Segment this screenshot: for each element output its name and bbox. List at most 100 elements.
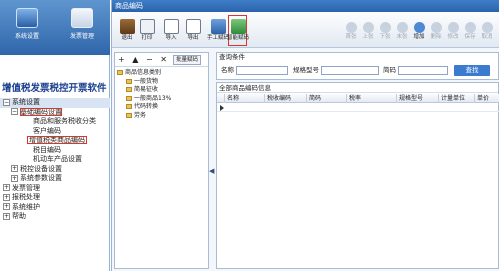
- tree-node-label: 劳务: [134, 111, 147, 119]
- column-header[interactable]: 单价: [475, 94, 499, 103]
- plus-icon: [413, 22, 425, 33]
- dialog-title: 商品编码: [112, 0, 499, 12]
- save-icon: [464, 22, 476, 33]
- expand-icon[interactable]: +: [3, 203, 10, 210]
- column-header[interactable]: 税率: [347, 94, 397, 103]
- expand-icon[interactable]: +: [11, 165, 18, 172]
- name-input[interactable]: [236, 66, 288, 75]
- nav-help[interactable]: + 帮助: [0, 212, 110, 222]
- export-button[interactable]: 导出: [182, 19, 204, 45]
- next-record-label: 下张: [379, 34, 391, 40]
- collapse-icon[interactable]: −: [3, 98, 10, 106]
- product-code-grid: 全部商品编码信息 名称 税收编码 简码 税率 规格型号 计量单位 单价: [216, 82, 499, 269]
- exit-button[interactable]: 退出: [116, 19, 138, 45]
- nav-tax-device-settings[interactable]: + 税控设备设置: [0, 165, 110, 175]
- prev-record-label: 上张: [362, 34, 374, 40]
- expand-icon[interactable]: +: [3, 212, 10, 220]
- modify-button-label: 修改: [447, 34, 459, 40]
- minus-icon: [430, 22, 442, 33]
- nav-goods-codes[interactable]: 商品和服务税收分类: [0, 117, 110, 127]
- tree-node[interactable]: 一般货物: [115, 78, 208, 87]
- system-settings-icon: [16, 8, 38, 28]
- import-button[interactable]: 导入: [160, 19, 182, 45]
- grid-heading: 全部商品编码信息: [217, 83, 498, 93]
- last-record-label: 末张: [396, 34, 408, 40]
- exit-button-label: 退出: [121, 35, 133, 41]
- cancel-button[interactable]: 取消: [476, 19, 498, 45]
- spec-input[interactable]: [321, 66, 379, 75]
- nav-tax-codes[interactable]: 税目编码: [0, 146, 110, 156]
- system-settings-module-button[interactable]: 系统设置: [3, 6, 51, 52]
- tree-root-label: 商品信息类别: [125, 69, 162, 76]
- next-record-icon: [379, 22, 391, 33]
- cancel-icon: [481, 22, 493, 33]
- printer-icon: [139, 19, 155, 34]
- column-header[interactable]: 简码: [307, 94, 347, 103]
- row-indicator-column: [217, 94, 225, 103]
- first-record-label: 首张: [345, 34, 357, 40]
- nav-system-params[interactable]: + 系统参数设置: [0, 174, 110, 184]
- column-header[interactable]: 名称: [225, 94, 265, 103]
- nav-invoice-mgmt-label: 发票管理: [12, 183, 40, 192]
- query-conditions-panel: 查询条件 名称 规格型号 简码 查找: [216, 52, 499, 80]
- import-icon: [163, 19, 179, 34]
- nav-system-settings[interactable]: − 系统设置: [0, 98, 110, 108]
- tree-toolbar: + ▲ − ✕ 批量赋码: [115, 53, 208, 67]
- expand-icon[interactable]: +: [3, 184, 10, 191]
- tree-node[interactable]: 一般商品13%: [115, 95, 208, 104]
- remove-category-icon[interactable]: −: [146, 55, 153, 64]
- add-category-icon[interactable]: +: [118, 55, 125, 64]
- nav-vat-goods-codes[interactable]: 增值税类商品编码: [0, 136, 110, 146]
- collapse-left-icon[interactable]: ◀: [209, 167, 214, 175]
- column-header[interactable]: 税收编码: [265, 94, 307, 103]
- tree-node-label: 一般货物: [134, 77, 159, 85]
- column-header[interactable]: 规格型号: [397, 94, 439, 103]
- nav-basic-codes[interactable]: − 基础编码设置: [0, 107, 110, 118]
- tree-node[interactable]: 劳务: [115, 112, 208, 121]
- nav-system-settings-label: 系统设置: [12, 98, 40, 106]
- app-brand-title: 增值税发票税控开票软件: [2, 83, 107, 94]
- tree-node-label: 代码转换: [134, 103, 159, 110]
- category-tree-panel: + ▲ − ✕ 批量赋码 商品信息类别 一般货物 简易征收 一般商品13% 代码…: [114, 52, 209, 269]
- nav-invoice-mgmt[interactable]: + 发票管理: [0, 184, 110, 194]
- smart-code-button-label: 智能赋码: [227, 35, 250, 41]
- close-icon[interactable]: ✕: [160, 55, 167, 64]
- table-row[interactable]: [217, 103, 499, 112]
- nav-tax-codes-label: 税目编码: [33, 145, 61, 154]
- short-code-input[interactable]: [398, 66, 448, 75]
- nav-customer-codes[interactable]: 客户编码: [0, 127, 110, 137]
- spec-label: 规格型号: [293, 66, 319, 74]
- nav-vehicle-codes[interactable]: 机动车产品设置: [0, 155, 110, 165]
- nav-help-label: 帮助: [12, 212, 26, 220]
- manual-code-button[interactable]: 手工赋码: [207, 19, 229, 45]
- expand-icon[interactable]: +: [3, 193, 10, 201]
- nav-tax-processing[interactable]: + 报税处理: [0, 193, 110, 203]
- tree-node[interactable]: 代码转换: [115, 103, 208, 112]
- invoice-management-module-button[interactable]: 发票管理: [58, 6, 106, 52]
- navigation-tree: − 系统设置 − 基础编码设置 商品和服务税收分类 客户编码 增值税类商品编码 税目…: [0, 98, 110, 222]
- nav-basic-codes-label: 基础编码设置: [20, 107, 62, 116]
- expand-icon[interactable]: +: [11, 174, 18, 182]
- batch-code-button[interactable]: 批量赋码: [173, 55, 202, 65]
- print-button[interactable]: 打印: [136, 19, 158, 45]
- search-button[interactable]: 查找: [454, 65, 490, 76]
- save-button-label: 保存: [464, 34, 476, 40]
- export-icon: [185, 19, 201, 34]
- last-record-icon: [396, 22, 408, 33]
- collapse-icon[interactable]: −: [11, 108, 18, 115]
- tree-root-node[interactable]: 商品信息类别: [115, 69, 208, 78]
- edit-icon: [447, 22, 459, 33]
- tree-node-label: 一般商品13%: [134, 94, 172, 102]
- dialog-toolbar: 退出 打印 导入 导出 手工赋码 智能赋码 首张 上张 下张 末张 增加 删除 …: [112, 12, 499, 48]
- manual-code-icon: [210, 19, 226, 34]
- column-header[interactable]: 计量单位: [439, 94, 475, 103]
- smart-code-button[interactable]: 智能赋码: [227, 19, 249, 45]
- move-up-icon[interactable]: ▲: [132, 55, 138, 64]
- folder-icon: [126, 87, 132, 92]
- panel-splitter[interactable]: ◀: [209, 52, 214, 269]
- nav-system-maintenance[interactable]: + 系统维护: [0, 203, 110, 213]
- module-bar: 系统设置 发票管理: [0, 0, 110, 55]
- tree-node[interactable]: 简易征收: [115, 86, 208, 95]
- nav-system-params-label: 系统参数设置: [20, 174, 62, 182]
- invoice-management-module-label: 发票管理: [69, 33, 94, 40]
